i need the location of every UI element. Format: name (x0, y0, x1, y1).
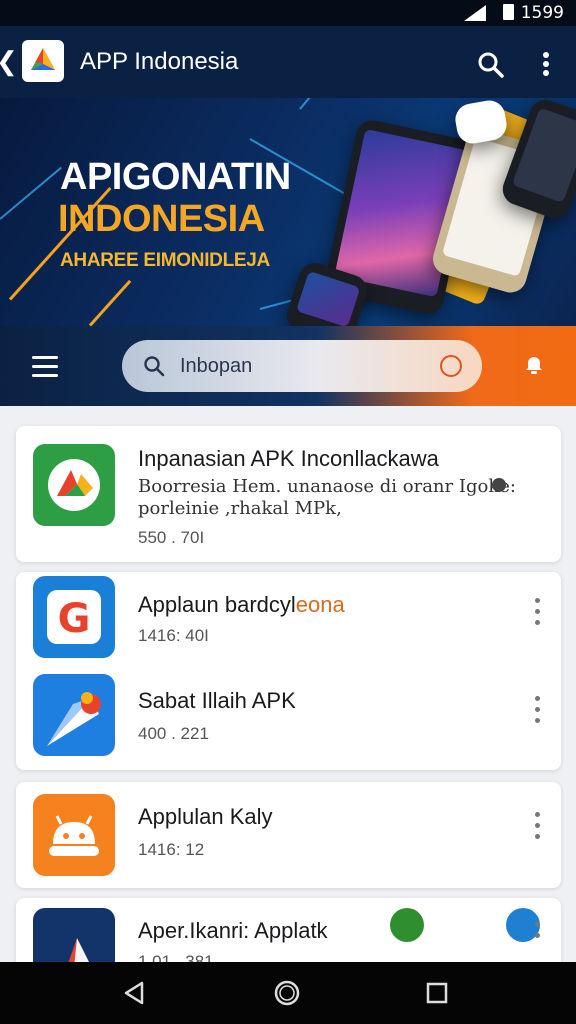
app-meta: 1416: 12 (138, 840, 205, 859)
more-options-icon[interactable] (530, 922, 546, 952)
green-mascot-icon (390, 908, 424, 942)
status-bar: 1599 (0, 0, 576, 26)
app-icon[interactable]: G (33, 576, 115, 658)
app-title: APP Indonesia (80, 48, 239, 75)
signal-icon (464, 5, 486, 21)
status-time: 1599 (520, 3, 564, 23)
app-name-highlight: eona (295, 592, 345, 617)
app-bar: ❮ APP Indonesia (0, 26, 576, 98)
banner-headline: APIGONATIN (60, 156, 291, 198)
search-input[interactable]: Inbopan (122, 340, 482, 392)
promo-banner[interactable]: APIGONATIN INDONESIA AHAREE EIMONIDLEJA (0, 98, 576, 326)
app-icon[interactable] (33, 674, 115, 756)
app-meta: 400 . 221 (138, 724, 209, 743)
app-meta: 1416: 40I (138, 626, 209, 645)
banner-subheadline: INDONESIA (58, 198, 265, 240)
search-toolbar: Inbopan (0, 326, 576, 406)
app-logo (22, 40, 64, 82)
svg-text:G: G (58, 596, 91, 642)
app-name: Aper.Ikanri: Applatk (138, 918, 328, 943)
app-icon[interactable] (33, 444, 115, 526)
app-icon[interactable] (33, 794, 115, 876)
app-description: porleinie ,rhakal MPk, (138, 498, 342, 519)
app-name: Applulan Kaly (138, 804, 273, 829)
app-name: Applaun bardcyleona (138, 592, 345, 617)
more-options-icon[interactable] (530, 696, 546, 726)
banner-tagline: AHAREE EIMONIDLEJA (60, 250, 270, 271)
overflow-menu-icon[interactable] (532, 48, 560, 80)
battery-icon (503, 4, 514, 20)
app-description: Boorresia Hem. unanaose di oranr Igoke: (138, 476, 516, 497)
back-nav-icon[interactable] (120, 978, 150, 1008)
search-icon[interactable] (476, 50, 506, 80)
more-options-icon[interactable] (530, 812, 546, 842)
recents-nav-icon[interactable] (422, 978, 452, 1008)
app-meta: 550 . 70I (138, 528, 205, 547)
app-list-card: G Applaun bardcyleona 1416: 40I Sabat Il… (16, 572, 561, 770)
home-nav-icon[interactable] (272, 978, 302, 1008)
search-placeholder: Inbopan (180, 355, 253, 377)
voice-search-icon[interactable] (440, 355, 462, 377)
system-nav-bar (0, 962, 576, 1024)
back-arrow-icon[interactable]: ❮ (0, 46, 18, 77)
notification-bell-icon[interactable] (522, 354, 546, 378)
app-card[interactable]: Applulan Kaly 1416: 12 (16, 782, 561, 888)
info-icon[interactable] (492, 478, 506, 492)
app-card[interactable]: Inpanasian APK Inconllackawa Boorresia H… (16, 426, 561, 562)
app-name: Inpanasian APK Inconllackawa (138, 446, 439, 471)
more-options-icon[interactable] (530, 598, 546, 628)
hamburger-menu-icon[interactable] (32, 356, 60, 377)
app-name: Sabat Illaih APK (138, 688, 296, 713)
search-icon (142, 354, 166, 378)
